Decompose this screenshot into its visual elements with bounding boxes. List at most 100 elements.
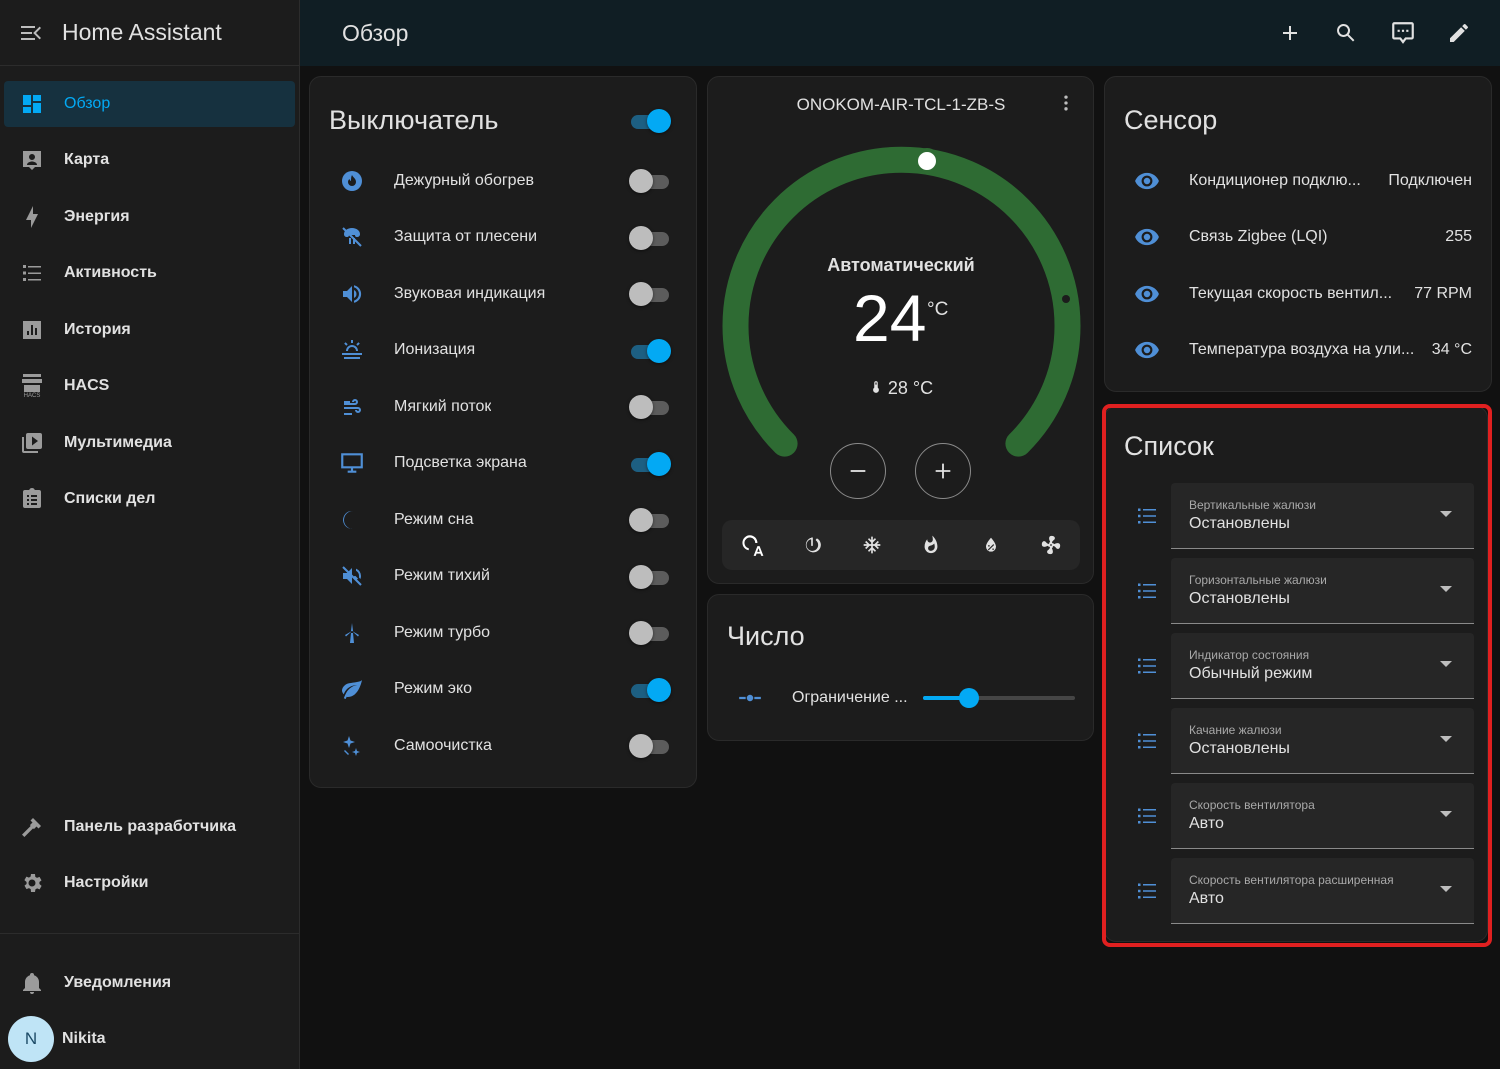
clipboard-list-icon: [4, 476, 60, 522]
sidebar-header: Home Assistant: [0, 0, 299, 66]
select-dropdown[interactable]: Скорость вентилятора расширенная Авто: [1171, 858, 1474, 924]
volume-high-icon: [310, 269, 394, 319]
ionization-icon: [310, 325, 394, 375]
sidebar-item-settings[interactable]: Настройки: [4, 860, 295, 906]
map-account-icon: [4, 137, 60, 183]
bell-icon: [4, 960, 60, 1006]
switch-toggle[interactable]: [629, 564, 671, 590]
mode-off-button[interactable]: [782, 520, 841, 570]
switch-toggle[interactable]: [629, 281, 671, 307]
snowflake-icon: [863, 536, 880, 554]
switch-toggle[interactable]: [629, 620, 671, 646]
assist-button[interactable]: [1383, 13, 1423, 53]
sidebar-item-label: Энергия: [64, 208, 130, 225]
sidebar-item-hacs[interactable]: HACS HACS: [4, 363, 295, 409]
switch-label: Защита от плесени: [394, 228, 538, 245]
toggle-knob: [647, 678, 671, 702]
sidebar-item-todo[interactable]: Списки дел: [4, 476, 295, 522]
switch-toggle[interactable]: [629, 338, 671, 364]
switch-toggle[interactable]: [629, 451, 671, 477]
switch-label: Режим турбо: [394, 624, 491, 641]
switch-toggle[interactable]: [629, 168, 671, 194]
edit-button[interactable]: [1439, 13, 1479, 53]
sidebar-item-history[interactable]: История: [4, 307, 295, 353]
select-label: Качание жалюзи: [1189, 723, 1282, 737]
switch-label: Подсветка экрана: [394, 454, 527, 471]
toggle-knob: [647, 339, 671, 363]
arrow-drop-down-icon: [1440, 511, 1452, 517]
arrow-drop-down-icon: [1440, 811, 1452, 817]
select-label: Вертикальные жалюзи: [1189, 498, 1316, 512]
eye-icon: [1105, 269, 1189, 319]
play-box-multiple-icon: [4, 420, 60, 466]
switch-label: Мягкий поток: [394, 398, 492, 415]
eye-icon: [1105, 156, 1189, 206]
app-title: Home Assistant: [62, 19, 222, 45]
master-switch-toggle[interactable]: [629, 108, 671, 134]
mode-fan-button[interactable]: [1021, 520, 1080, 570]
temperature-dial[interactable]: [708, 77, 1095, 477]
hvac-mode-bar: [722, 520, 1080, 570]
card-title: Сенсор: [1124, 105, 1218, 135]
increase-temperature-button[interactable]: [915, 443, 971, 499]
minus-icon: [850, 470, 866, 472]
mode-dry-button[interactable]: [961, 520, 1020, 570]
switch-label: Режим сна: [394, 511, 474, 528]
number-slider[interactable]: [923, 688, 1075, 708]
card-title: Выключатель: [329, 105, 499, 135]
lightning-bolt-icon: [4, 194, 60, 240]
switch-label: Самоочистка: [394, 737, 492, 754]
arrow-drop-down-icon: [1440, 736, 1452, 742]
slider-handle[interactable]: [958, 688, 979, 708]
sidebar-item-label: Панель разработчика: [64, 818, 237, 835]
power-icon: [805, 537, 821, 553]
sidebar-item-notifications[interactable]: Уведомления: [4, 960, 295, 1006]
sidebar-item-overview[interactable]: Обзор: [4, 81, 295, 127]
search-button[interactable]: [1326, 13, 1366, 53]
sensor-label: Температура воздуха на ули...: [1189, 341, 1415, 358]
select-label: Скорость вентилятора: [1189, 798, 1315, 812]
sidebar-item-energy[interactable]: Энергия: [4, 194, 295, 240]
add-button[interactable]: [1270, 13, 1310, 53]
switch-toggle[interactable]: [629, 507, 671, 533]
format-list-bulleted-icon: [1127, 496, 1167, 536]
select-value: Авто: [1189, 815, 1224, 832]
toggle-knob: [629, 621, 653, 645]
arrow-drop-down-icon: [1440, 886, 1452, 892]
weather-night-icon: [310, 495, 394, 545]
sidebar-item-label: Активность: [64, 264, 157, 281]
monitor-icon: [310, 438, 394, 488]
switch-toggle[interactable]: [629, 677, 671, 703]
select-dropdown[interactable]: Горизонтальные жалюзи Остановлены: [1171, 558, 1474, 624]
mode-auto-button[interactable]: [722, 520, 781, 570]
sidebar-item-media[interactable]: Мультимедиа: [4, 420, 295, 466]
select-dropdown[interactable]: Скорость вентилятора Авто: [1171, 783, 1474, 849]
switch-toggle[interactable]: [629, 733, 671, 759]
menu-icon[interactable]: [0, 0, 62, 66]
sidebar-item-profile[interactable]: N Nikita: [4, 1016, 295, 1062]
mode-cool-button[interactable]: [842, 520, 901, 570]
decrease-temperature-button[interactable]: [830, 443, 886, 499]
auto-clean-icon: [310, 721, 394, 771]
sensor-value: Подключен: [1388, 172, 1472, 189]
select-dropdown[interactable]: Индикатор состояния Обычный режим: [1171, 633, 1474, 699]
switch-toggle[interactable]: [629, 394, 671, 420]
fire-circle-icon: [310, 156, 394, 206]
select-dropdown[interactable]: Вертикальные жалюзи Остановлены: [1171, 483, 1474, 549]
switch-toggle[interactable]: [629, 225, 671, 251]
sensor-row[interactable]: Связь Zigbee (LQI): [1105, 212, 1491, 262]
search-icon: [1337, 24, 1355, 42]
toggle-knob: [629, 226, 653, 250]
toggle-knob: [629, 734, 653, 758]
water-percent-icon: [985, 537, 996, 552]
switch-label: Ионизация: [394, 341, 476, 358]
mode-heat-button[interactable]: [901, 520, 960, 570]
temperature-unit: °C: [927, 299, 949, 320]
dial-target-handle[interactable]: [914, 148, 940, 174]
select-dropdown[interactable]: Качание жалюзи Остановлены: [1171, 708, 1474, 774]
plus-icon: [1283, 26, 1297, 40]
sidebar-item-logbook[interactable]: Активность: [4, 250, 295, 296]
sidebar-item-developer-tools[interactable]: Панель разработчика: [4, 804, 295, 850]
sidebar-item-map[interactable]: Карта: [4, 137, 295, 183]
select-label: Горизонтальные жалюзи: [1189, 573, 1327, 587]
